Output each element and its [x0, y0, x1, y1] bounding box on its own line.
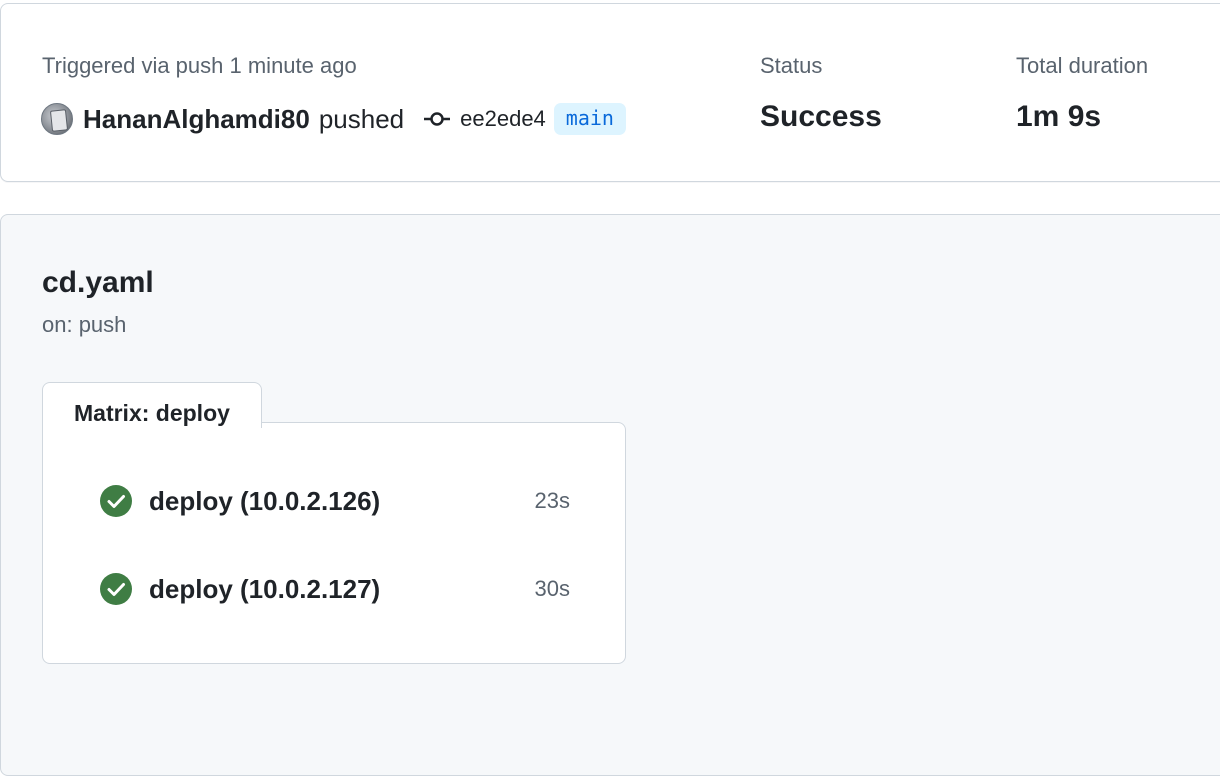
- check-circle-fill-icon: [100, 485, 132, 517]
- matrix-job-group: deploy (10.0.2.126) 23s deploy (10.0.2.1…: [42, 422, 626, 664]
- duration-value: 1m 9s: [1016, 100, 1102, 133]
- duration-label: Total duration: [1016, 53, 1149, 78]
- git-commit-icon: [423, 110, 451, 128]
- push-info-row: HananAlghamdi80 pushed ee2ede4 main: [41, 100, 626, 138]
- job-row-deploy-127[interactable]: deploy (10.0.2.127) 30s: [100, 569, 570, 609]
- branch-badge[interactable]: main: [553, 103, 626, 135]
- trigger-description: Triggered via push 1 minute ago: [42, 53, 357, 78]
- job-name: deploy (10.0.2.127): [149, 573, 381, 604]
- job-duration: 30s: [534, 576, 570, 601]
- status-value: Success: [760, 100, 882, 133]
- workflow-graph-panel: cd.yaml on: push Matrix: deploy deploy (…: [0, 214, 1220, 776]
- job-duration: 23s: [534, 488, 570, 513]
- workflow-trigger: on: push: [42, 312, 127, 337]
- workflow-file-name: cd.yaml: [42, 266, 154, 299]
- commit-sha-link[interactable]: ee2ede4: [460, 106, 546, 132]
- avatar[interactable]: [41, 103, 73, 135]
- action-text: pushed: [318, 103, 405, 134]
- actor-link[interactable]: HananAlghamdi80: [83, 104, 310, 135]
- matrix-tab: Matrix: deploy: [42, 382, 262, 428]
- job-row-deploy-126[interactable]: deploy (10.0.2.126) 23s: [100, 481, 570, 521]
- check-circle-fill-icon: [100, 573, 132, 605]
- status-label: Status: [760, 53, 823, 78]
- matrix-title: Matrix: deploy: [74, 400, 230, 426]
- job-name: deploy (10.0.2.126): [149, 485, 381, 516]
- run-summary-card: Triggered via push 1 minute ago HananAlg…: [0, 3, 1220, 182]
